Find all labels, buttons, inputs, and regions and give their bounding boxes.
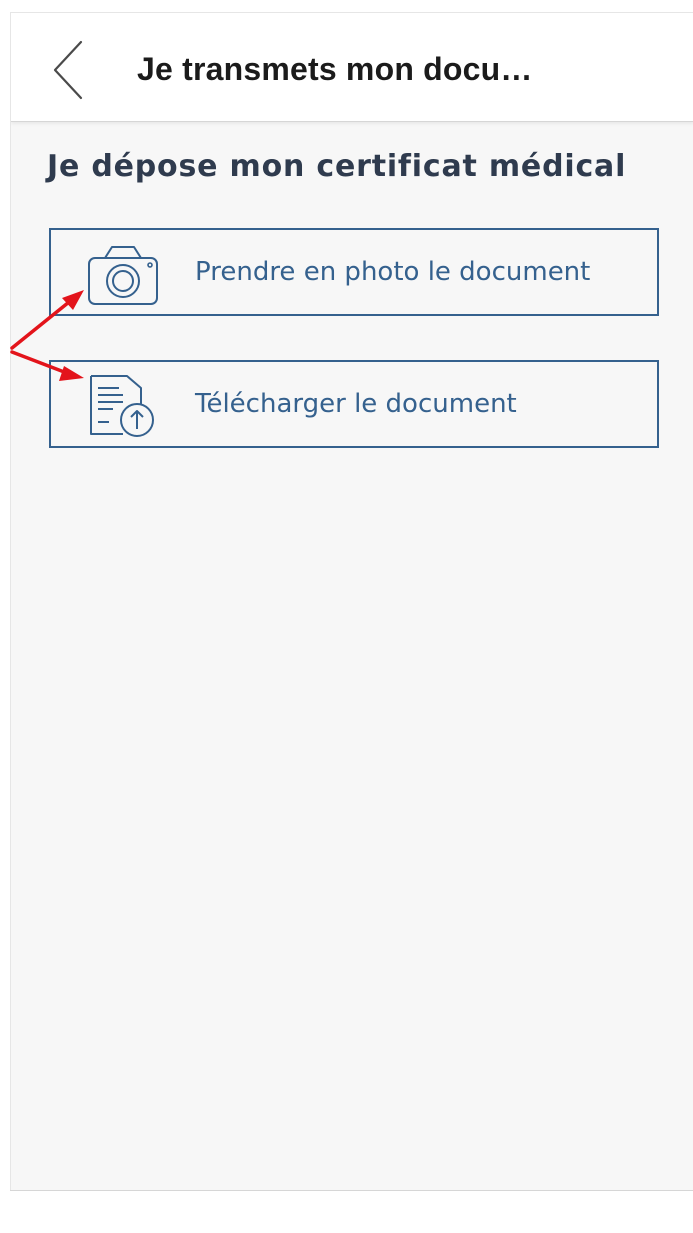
upload-document-button[interactable]: Télécharger le document xyxy=(49,360,659,448)
back-button[interactable] xyxy=(49,39,93,101)
section-title: Je dépose mon certificat médical xyxy=(47,149,627,184)
page-title: Je transmets mon docu… xyxy=(137,51,533,87)
take-photo-label: Prendre en photo le document xyxy=(195,257,591,287)
app-bar: Je transmets mon docu… xyxy=(11,13,693,122)
take-photo-button[interactable]: Prendre en photo le document xyxy=(49,228,659,316)
bottom-bar xyxy=(10,1190,693,1233)
chevron-left-icon xyxy=(53,40,83,100)
upload-document-label: Télécharger le document xyxy=(195,389,517,419)
camera-icon xyxy=(88,246,158,305)
app-screen: Je transmets mon docu… Je dépose mon cer… xyxy=(10,12,693,1221)
document-upload-icon xyxy=(90,375,154,437)
